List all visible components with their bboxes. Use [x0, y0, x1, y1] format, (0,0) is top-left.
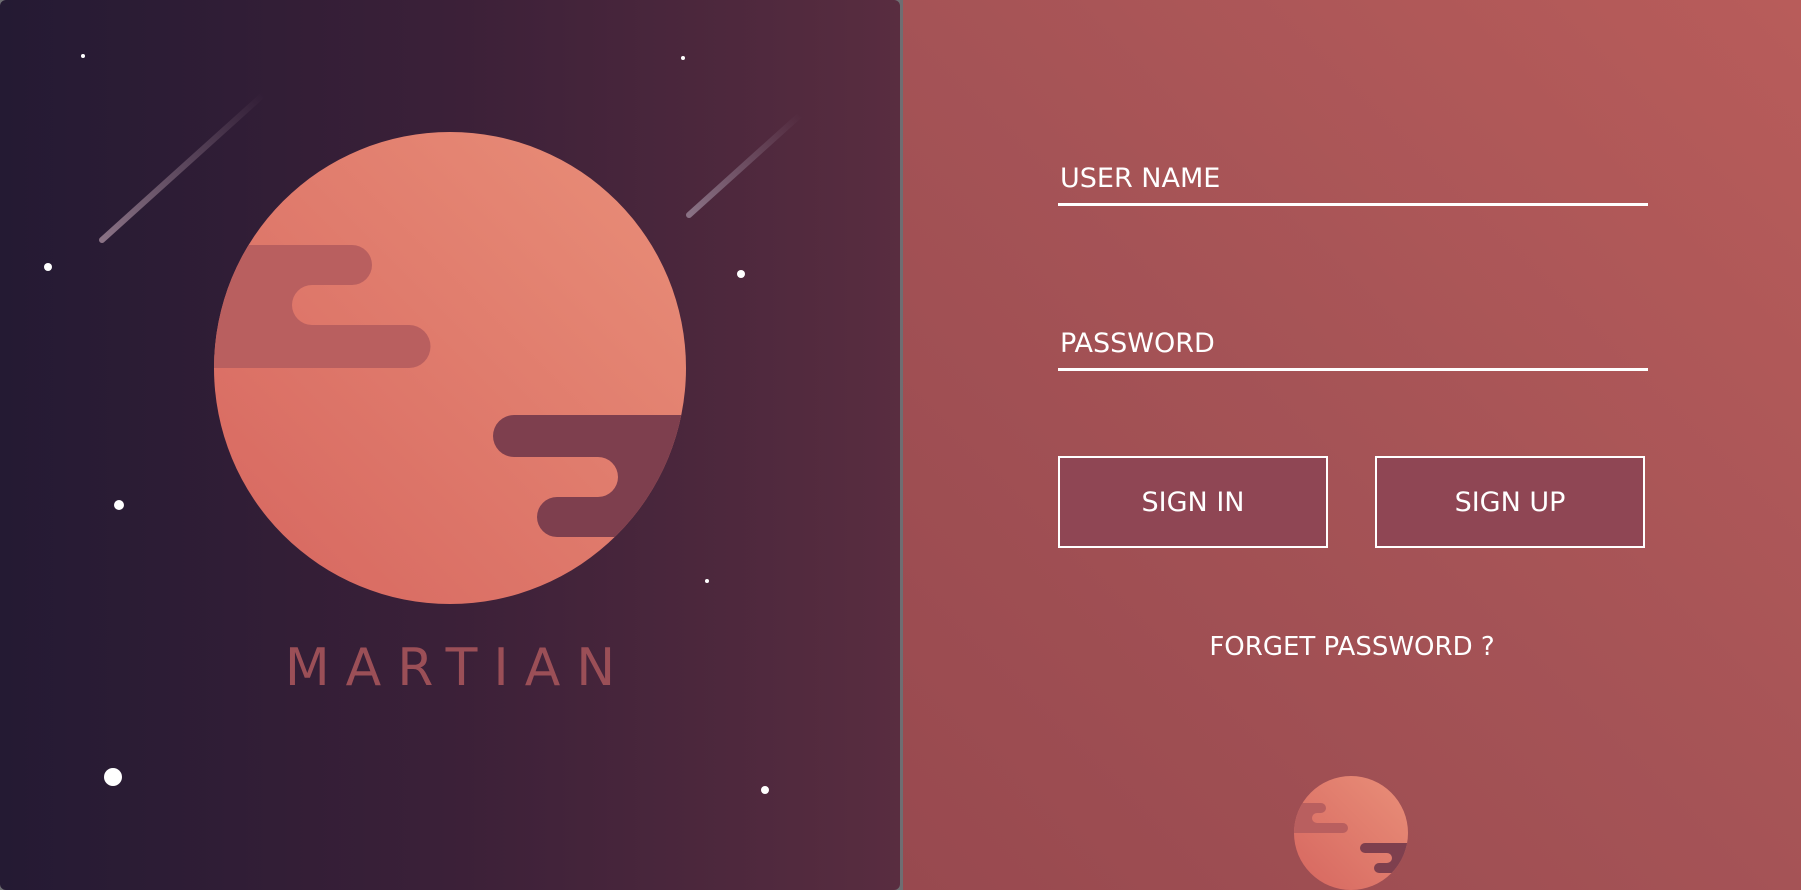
star: [761, 786, 769, 794]
forget-password-link[interactable]: FORGET PASSWORD ?: [903, 632, 1801, 662]
planet: [214, 132, 686, 604]
password-field: [1058, 308, 1648, 371]
password-input[interactable]: [1058, 308, 1648, 368]
username-field: [1058, 143, 1648, 206]
star: [44, 263, 52, 271]
star: [705, 579, 709, 583]
mini-planet-logo: [1294, 776, 1408, 890]
star: [104, 768, 122, 786]
illustration-panel: MARTIAN: [0, 0, 900, 890]
meteor-streak: [686, 112, 803, 218]
meteor-streak: [99, 91, 267, 243]
planet-illustration: [44, 54, 803, 794]
login-panel: SIGN IN SIGN UP FORGET PASSWORD ?: [903, 0, 1801, 890]
username-input[interactable]: [1058, 143, 1648, 203]
sign-up-button[interactable]: SIGN UP: [1375, 456, 1645, 548]
star: [81, 54, 85, 58]
brand-title: MARTIAN: [284, 638, 632, 698]
star: [114, 500, 124, 510]
star: [681, 56, 685, 60]
star: [737, 270, 745, 278]
sign-in-button[interactable]: SIGN IN: [1058, 456, 1328, 548]
